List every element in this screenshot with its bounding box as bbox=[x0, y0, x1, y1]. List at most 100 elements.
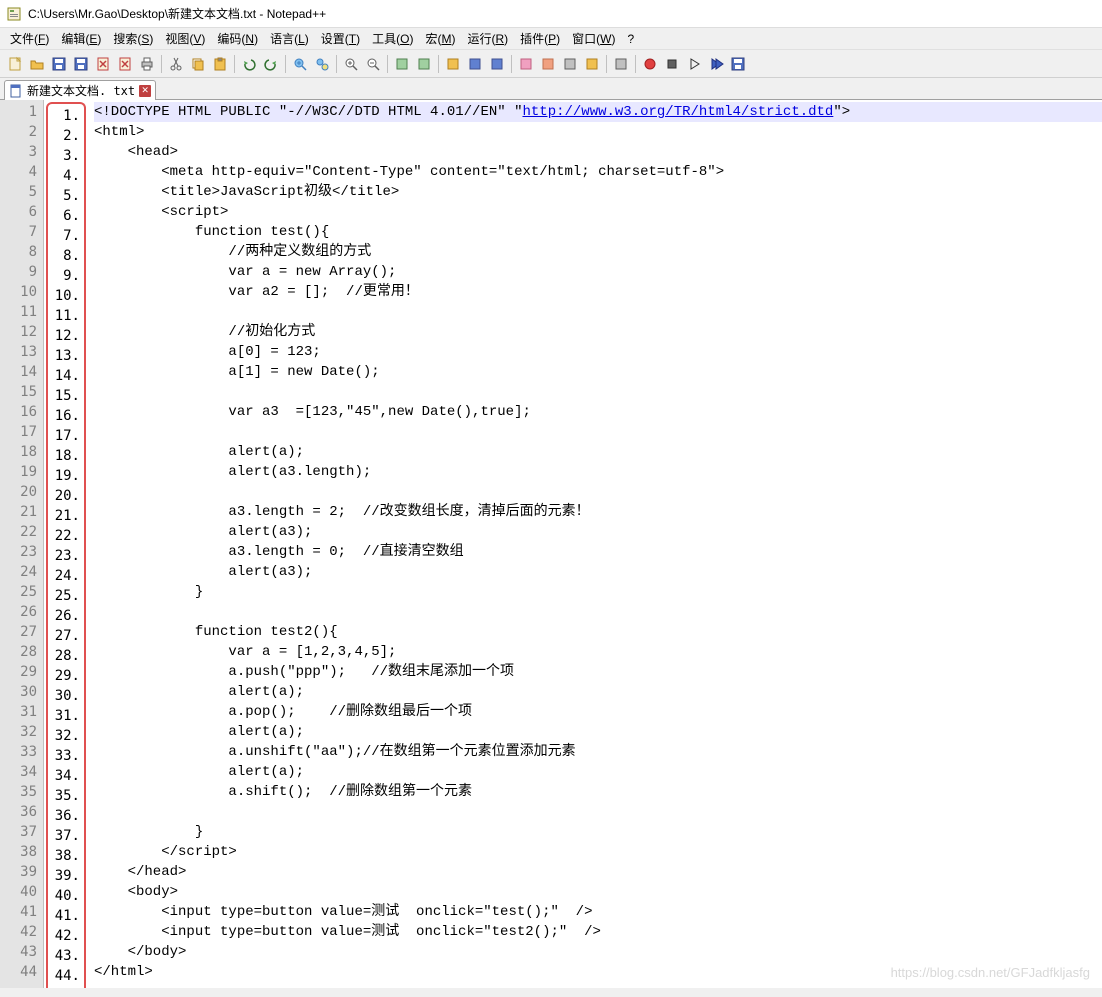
code-line[interactable]: var a3 =[123,"45",new Date(),true]; bbox=[94, 402, 1102, 422]
code-line[interactable]: a[1] = new Date(); bbox=[94, 362, 1102, 382]
secondary-gutter: 1.2.3.4.5.6.7.8.9.10.11.12.13.14.15.16.1… bbox=[46, 102, 86, 988]
code-line[interactable]: a.push("ppp"); //数组末尾添加一个项 bbox=[94, 662, 1102, 682]
code-line[interactable]: } bbox=[94, 822, 1102, 842]
code-line[interactable]: <meta http-equiv="Content-Type" content=… bbox=[94, 162, 1102, 182]
editor[interactable]: 1234567891011121314151617181920212223242… bbox=[0, 100, 1102, 988]
toolbar-separator bbox=[635, 55, 636, 73]
code-line[interactable]: a3.length = 2; //改变数组长度，清掉后面的元素！ bbox=[94, 502, 1102, 522]
menu-item[interactable]: 编辑(E) bbox=[55, 28, 107, 49]
menu-item[interactable]: 窗口(W) bbox=[566, 28, 621, 49]
code-line[interactable]: alert(a); bbox=[94, 722, 1102, 742]
close-icon[interactable] bbox=[92, 53, 114, 75]
code-line[interactable]: alert(a3); bbox=[94, 562, 1102, 582]
code-line[interactable]: </body> bbox=[94, 942, 1102, 962]
code-area[interactable]: <!DOCTYPE HTML PUBLIC "-//W3C//DTD HTML … bbox=[88, 100, 1102, 988]
all-chars-icon[interactable] bbox=[464, 53, 486, 75]
open-file-icon[interactable] bbox=[26, 53, 48, 75]
code-line[interactable]: var a2 = []; //更常用！ bbox=[94, 282, 1102, 302]
lang-icon[interactable] bbox=[515, 53, 537, 75]
play-multi-icon[interactable] bbox=[705, 53, 727, 75]
menu-item[interactable]: 工具(O) bbox=[366, 28, 419, 49]
sync-h-icon[interactable] bbox=[413, 53, 435, 75]
replace-icon[interactable] bbox=[311, 53, 333, 75]
code-line[interactable]: <input type=button value=测试 onclick="tes… bbox=[94, 922, 1102, 942]
code-line[interactable]: </script> bbox=[94, 842, 1102, 862]
play-icon[interactable] bbox=[683, 53, 705, 75]
toolbar-separator bbox=[606, 55, 607, 73]
code-line[interactable] bbox=[94, 602, 1102, 622]
code-line[interactable]: </head> bbox=[94, 862, 1102, 882]
code-line[interactable]: <!DOCTYPE HTML PUBLIC "-//W3C//DTD HTML … bbox=[94, 102, 1102, 122]
menu-item[interactable]: 语言(L) bbox=[264, 28, 315, 49]
code-line[interactable]: alert(a3); bbox=[94, 522, 1102, 542]
doc-map-icon[interactable] bbox=[537, 53, 559, 75]
code-line[interactable]: alert(a); bbox=[94, 762, 1102, 782]
menu-item[interactable]: 编码(N) bbox=[211, 28, 264, 49]
menu-item[interactable]: 搜索(S) bbox=[107, 28, 159, 49]
menubar: 文件(F)编辑(E)搜索(S)视图(V)编码(N)语言(L)设置(T)工具(O)… bbox=[0, 28, 1102, 50]
code-line[interactable]: alert(a); bbox=[94, 442, 1102, 462]
code-line[interactable]: a[0] = 123; bbox=[94, 342, 1102, 362]
print-icon[interactable] bbox=[136, 53, 158, 75]
save-macro-icon[interactable] bbox=[727, 53, 749, 75]
paste-icon[interactable] bbox=[209, 53, 231, 75]
code-line[interactable]: a3.length = 0; //直接清空数组 bbox=[94, 542, 1102, 562]
app-icon bbox=[6, 6, 22, 22]
menu-item[interactable]: 插件(P) bbox=[514, 28, 566, 49]
code-line[interactable]: alert(a3.length); bbox=[94, 462, 1102, 482]
code-line[interactable]: var a = [1,2,3,4,5]; bbox=[94, 642, 1102, 662]
cut-icon[interactable] bbox=[165, 53, 187, 75]
code-line[interactable]: a.shift(); //删除数组第一个元素 bbox=[94, 782, 1102, 802]
indent-icon[interactable] bbox=[486, 53, 508, 75]
toolbar-separator bbox=[161, 55, 162, 73]
code-line[interactable]: } bbox=[94, 582, 1102, 602]
toolbar-separator bbox=[285, 55, 286, 73]
code-line[interactable]: //初始化方式 bbox=[94, 322, 1102, 342]
find-icon[interactable] bbox=[289, 53, 311, 75]
menu-item[interactable]: 宏(M) bbox=[419, 28, 461, 49]
menu-item[interactable]: 视图(V) bbox=[159, 28, 211, 49]
save-all-icon[interactable] bbox=[70, 53, 92, 75]
close-all-icon[interactable] bbox=[114, 53, 136, 75]
menu-item[interactable]: ? bbox=[621, 30, 640, 48]
redo-icon[interactable] bbox=[260, 53, 282, 75]
code-line[interactable]: function test2(){ bbox=[94, 622, 1102, 642]
zoom-out-icon[interactable] bbox=[362, 53, 384, 75]
monitor-icon[interactable] bbox=[610, 53, 632, 75]
code-line[interactable]: function test(){ bbox=[94, 222, 1102, 242]
code-line[interactable]: a.pop(); //删除数组最后一个项 bbox=[94, 702, 1102, 722]
code-line[interactable]: <html> bbox=[94, 122, 1102, 142]
code-line[interactable]: <body> bbox=[94, 882, 1102, 902]
menu-item[interactable]: 运行(R) bbox=[461, 28, 514, 49]
code-line[interactable] bbox=[94, 802, 1102, 822]
code-line[interactable]: <head> bbox=[94, 142, 1102, 162]
file-tab[interactable]: 新建文本文档. txt ✕ bbox=[4, 80, 156, 100]
wrap-icon[interactable] bbox=[442, 53, 464, 75]
menu-item[interactable]: 文件(F) bbox=[4, 28, 55, 49]
code-line[interactable]: alert(a); bbox=[94, 682, 1102, 702]
code-line[interactable]: //两种定义数组的方式 bbox=[94, 242, 1102, 262]
tab-label: 新建文本文档. txt bbox=[27, 82, 135, 99]
menu-item[interactable]: 设置(T) bbox=[315, 28, 366, 49]
copy-icon[interactable] bbox=[187, 53, 209, 75]
record-icon[interactable] bbox=[639, 53, 661, 75]
code-line[interactable]: <script> bbox=[94, 202, 1102, 222]
save-icon[interactable] bbox=[48, 53, 70, 75]
code-line[interactable]: a.unshift("aa");//在数组第一个元素位置添加元素 bbox=[94, 742, 1102, 762]
code-line[interactable] bbox=[94, 482, 1102, 502]
zoom-in-icon[interactable] bbox=[340, 53, 362, 75]
code-line[interactable]: </html> bbox=[94, 962, 1102, 982]
code-line[interactable] bbox=[94, 422, 1102, 442]
code-line[interactable] bbox=[94, 382, 1102, 402]
code-line[interactable]: <input type=button value=测试 onclick="tes… bbox=[94, 902, 1102, 922]
code-line[interactable]: <title>JavaScript初级</title> bbox=[94, 182, 1102, 202]
func-list-icon[interactable] bbox=[559, 53, 581, 75]
code-line[interactable]: var a = new Array(); bbox=[94, 262, 1102, 282]
undo-icon[interactable] bbox=[238, 53, 260, 75]
code-line[interactable] bbox=[94, 302, 1102, 322]
stop-icon[interactable] bbox=[661, 53, 683, 75]
new-file-icon[interactable] bbox=[4, 53, 26, 75]
folder-icon[interactable] bbox=[581, 53, 603, 75]
sync-v-icon[interactable] bbox=[391, 53, 413, 75]
tab-close-icon[interactable]: ✕ bbox=[139, 85, 151, 97]
